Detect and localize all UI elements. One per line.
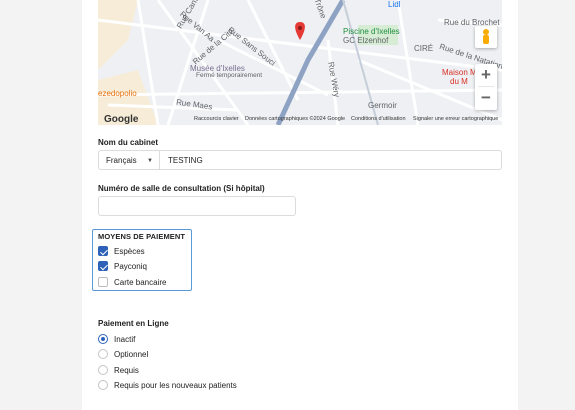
map[interactable]: Rue Cans Rue Van Aa Rue de la Cité Rue S… <box>98 0 502 125</box>
museum-status: Fermé temporairement <box>196 72 263 79</box>
radio-label: Requis pour les nouveaux patients <box>114 380 237 390</box>
online-payment-option-optionnel[interactable]: Optionnel <box>98 348 148 360</box>
online-payment-option-requis-nouveaux[interactable]: Requis pour les nouveaux patients <box>98 379 237 391</box>
map-attribution: Google Raccourcis clavier Données cartog… <box>98 114 502 125</box>
payment-option-carte[interactable]: Carte bancaire <box>98 276 166 288</box>
checkbox-unchecked[interactable] <box>98 277 108 287</box>
language-value: Français <box>106 156 137 165</box>
radio-unselected[interactable] <box>98 365 108 375</box>
zoom-out-button[interactable]: − <box>475 87 497 109</box>
piscine-label-2: GC Elzenhof <box>343 36 389 45</box>
checkbox-checked[interactable] <box>98 246 108 256</box>
checkbox-label: Carte bancaire <box>114 277 167 287</box>
keyboard-shortcuts-link[interactable]: Raccourcis clavier <box>194 114 239 125</box>
checkbox-checked[interactable] <box>98 261 108 271</box>
online-payment-option-inactif[interactable]: Inactif <box>98 333 135 345</box>
maison-label: Maison M <box>442 68 477 77</box>
online-payment-option-requis[interactable]: Requis <box>98 364 139 376</box>
report-error-link[interactable]: Signaler une erreur cartographique <box>413 114 498 125</box>
pegman-icon[interactable] <box>475 26 497 48</box>
payment-option-especes[interactable]: Espèces <box>98 245 145 257</box>
terms-link[interactable]: Conditions d'utilisation <box>351 114 406 125</box>
payment-methods-title: MOYENS DE PAIEMENT <box>98 232 186 241</box>
map-data-text: Données cartographiques ©2024 Google <box>245 116 346 122</box>
map-graphics <box>98 0 502 125</box>
chevron-down-icon: ▼ <box>147 158 153 164</box>
room-number-input[interactable] <box>98 196 296 216</box>
zoom-control: + − <box>475 64 497 110</box>
radio-label: Inactif <box>114 334 136 344</box>
germoir-label: Germoir <box>368 101 397 110</box>
cabinet-name-input[interactable]: TESTING <box>159 150 502 170</box>
google-logo: Google <box>104 114 139 125</box>
checkbox-label: Payconiq <box>114 261 147 271</box>
radio-selected[interactable] <box>98 334 108 344</box>
lidl-label: Lidl <box>388 0 401 9</box>
radio-label: Requis <box>114 365 139 375</box>
payment-option-payconiq[interactable]: Payconiq <box>98 260 147 272</box>
room-number-label: Numéro de salle de consultation (Si hôpi… <box>98 184 265 193</box>
online-payment-title: Paiement en Ligne <box>98 319 169 328</box>
restaurant-label: ezedopolio <box>98 89 137 98</box>
radio-unselected[interactable] <box>98 380 108 390</box>
language-select[interactable]: Français ▼ <box>98 150 160 170</box>
piscine-label: Piscine d'Ixelles <box>343 27 400 36</box>
cabinet-name-label: Nom du cabinet <box>98 138 159 147</box>
cire-label: CIRÉ <box>414 44 434 53</box>
radio-unselected[interactable] <box>98 349 108 359</box>
radio-label: Optionnel <box>114 349 149 359</box>
maison-label-2: du M <box>450 77 468 86</box>
zoom-in-button[interactable]: + <box>475 64 497 86</box>
checkbox-label: Espèces <box>114 246 145 256</box>
